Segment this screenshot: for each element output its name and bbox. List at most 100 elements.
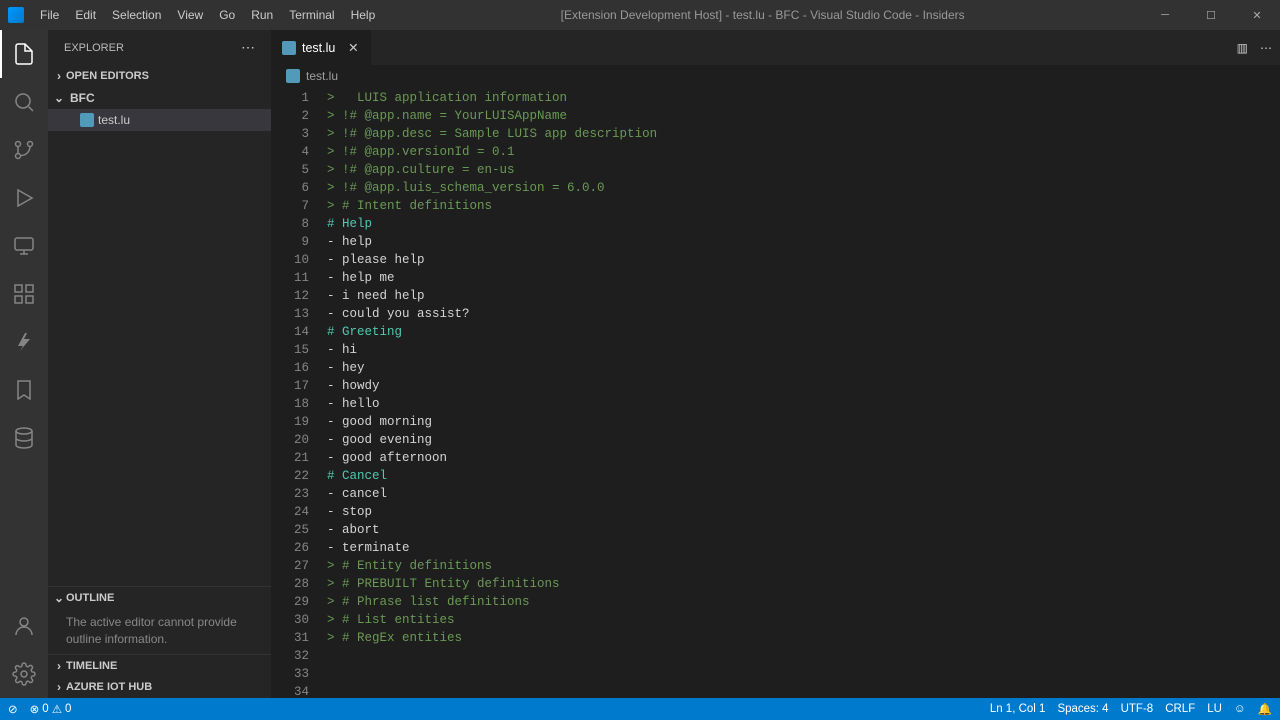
split-editor-icon[interactable]: ▥ bbox=[1237, 41, 1248, 55]
accounts-activity[interactable] bbox=[0, 602, 48, 650]
sidebar-title-text: EXPLORER bbox=[64, 42, 124, 54]
files-icon bbox=[12, 42, 36, 66]
database-icon bbox=[12, 426, 36, 450]
code-content[interactable]: > LUIS application information> !# @app.… bbox=[327, 89, 1280, 698]
bookmark-icon bbox=[12, 378, 36, 402]
window-title: [Extension Development Host] - test.lu -… bbox=[383, 8, 1142, 22]
code-line[interactable]: # Help bbox=[327, 215, 1280, 233]
line-number: 22 bbox=[272, 467, 309, 485]
line-number: 9 bbox=[272, 233, 309, 251]
feedback-icon[interactable]: ☺ bbox=[1234, 703, 1246, 715]
code-line[interactable]: > # PREBUILT Entity definitions bbox=[327, 575, 1280, 593]
timeline-header[interactable]: › TIMELINE bbox=[48, 654, 271, 676]
chevron-right-icon: › bbox=[52, 680, 66, 694]
code-editor[interactable]: 1234567891011121314151617181920212223242… bbox=[272, 87, 1280, 698]
azure-header[interactable]: › AZURE IOT HUB bbox=[48, 676, 271, 698]
notifications-icon[interactable]: 🔔 bbox=[1258, 702, 1272, 716]
menu-run[interactable]: Run bbox=[243, 2, 281, 28]
remote-status[interactable]: ⊘ bbox=[8, 702, 18, 716]
branch-icon bbox=[12, 138, 36, 162]
open-editors-label: OPEN EDITORS bbox=[66, 70, 149, 82]
encoding-status[interactable]: UTF-8 bbox=[1121, 703, 1154, 715]
code-line[interactable]: > LUIS application information bbox=[327, 89, 1280, 107]
explorer-activity[interactable] bbox=[0, 30, 48, 78]
outline-message: The active editor cannot provide outline… bbox=[48, 608, 271, 654]
code-line[interactable]: > !# @app.desc = Sample LUIS app descrip… bbox=[327, 125, 1280, 143]
code-line[interactable]: > # List entities bbox=[327, 611, 1280, 629]
line-number: 2 bbox=[272, 107, 309, 125]
code-line[interactable]: > # Phrase list definitions bbox=[327, 593, 1280, 611]
code-line[interactable]: - hi bbox=[327, 341, 1280, 359]
close-window-button[interactable]: ✕ bbox=[1234, 0, 1280, 30]
code-line[interactable]: > # RegEx entities bbox=[327, 629, 1280, 647]
minimize-button[interactable]: ─ bbox=[1142, 0, 1188, 30]
code-line[interactable]: - terminate bbox=[327, 539, 1280, 557]
search-activity[interactable] bbox=[0, 78, 48, 126]
remote-activity[interactable] bbox=[0, 222, 48, 270]
database-activity[interactable] bbox=[0, 414, 48, 462]
azure-activity[interactable] bbox=[0, 318, 48, 366]
extensions-activity[interactable] bbox=[0, 270, 48, 318]
code-line[interactable]: > !# @app.name = YourLUISAppName bbox=[327, 107, 1280, 125]
bookmark-activity[interactable] bbox=[0, 366, 48, 414]
code-line[interactable]: # Cancel bbox=[327, 467, 1280, 485]
code-line[interactable]: > !# @app.culture = en-us bbox=[327, 161, 1280, 179]
line-number: 16 bbox=[272, 359, 309, 377]
code-line[interactable]: - stop bbox=[327, 503, 1280, 521]
sidebar-more-icon[interactable]: ⋯ bbox=[241, 39, 255, 56]
language-mode[interactable]: LU bbox=[1207, 703, 1222, 715]
menu-help[interactable]: Help bbox=[343, 2, 384, 28]
editor-area: test.lu ✕ ▥ ⋯ test.lu 123456789101112131… bbox=[272, 30, 1280, 698]
code-line[interactable]: - please help bbox=[327, 251, 1280, 269]
code-line[interactable]: - good afternoon bbox=[327, 449, 1280, 467]
code-line[interactable]: - help me bbox=[327, 269, 1280, 287]
breadcrumb[interactable]: test.lu bbox=[272, 65, 1280, 87]
chevron-right-icon: › bbox=[52, 69, 66, 83]
tab-label: test.lu bbox=[302, 41, 335, 55]
code-line[interactable]: - hey bbox=[327, 359, 1280, 377]
menu-go[interactable]: Go bbox=[211, 2, 243, 28]
line-number: 25 bbox=[272, 521, 309, 539]
indentation-status[interactable]: Spaces: 4 bbox=[1057, 703, 1108, 715]
lu-file-icon bbox=[282, 41, 296, 55]
sidebar-file-testlu[interactable]: test.lu bbox=[48, 109, 271, 131]
more-actions-icon[interactable]: ⋯ bbox=[1260, 41, 1272, 55]
code-line[interactable]: - hello bbox=[327, 395, 1280, 413]
menu-edit[interactable]: Edit bbox=[67, 2, 104, 28]
search-icon bbox=[12, 90, 36, 114]
code-line[interactable]: - howdy bbox=[327, 377, 1280, 395]
code-line[interactable]: - i need help bbox=[327, 287, 1280, 305]
outline-header[interactable]: ⌄ OUTLINE bbox=[48, 586, 271, 608]
code-line[interactable]: > # Intent definitions bbox=[327, 197, 1280, 215]
code-line[interactable]: - help bbox=[327, 233, 1280, 251]
tab-testlu[interactable]: test.lu ✕ bbox=[272, 30, 372, 65]
person-icon bbox=[12, 614, 36, 638]
code-line[interactable]: # Greeting bbox=[327, 323, 1280, 341]
warning-count: 0 bbox=[65, 703, 71, 715]
line-number: 17 bbox=[272, 377, 309, 395]
problems-status[interactable]: ⊗0 ⚠0 bbox=[30, 702, 72, 716]
code-line[interactable]: > # Entity definitions bbox=[327, 557, 1280, 575]
code-line[interactable]: - abort bbox=[327, 521, 1280, 539]
menu-selection[interactable]: Selection bbox=[104, 2, 169, 28]
code-line[interactable]: > !# @app.luis_schema_version = 6.0.0 bbox=[327, 179, 1280, 197]
source-control-activity[interactable] bbox=[0, 126, 48, 174]
menu-terminal[interactable]: Terminal bbox=[281, 2, 342, 28]
menu-view[interactable]: View bbox=[169, 2, 211, 28]
open-editors-header[interactable]: › OPEN EDITORS bbox=[48, 65, 271, 87]
code-line[interactable]: - good evening bbox=[327, 431, 1280, 449]
code-line[interactable]: - good morning bbox=[327, 413, 1280, 431]
maximize-button[interactable]: ☐ bbox=[1188, 0, 1234, 30]
code-line[interactable]: > !# @app.versionId = 0.1 bbox=[327, 143, 1280, 161]
file-label: test.lu bbox=[98, 113, 130, 127]
cursor-position[interactable]: Ln 1, Col 1 bbox=[990, 703, 1046, 715]
breadcrumb-file: test.lu bbox=[306, 69, 338, 83]
menu-file[interactable]: File bbox=[32, 2, 67, 28]
code-line[interactable]: - could you assist? bbox=[327, 305, 1280, 323]
code-line[interactable]: - cancel bbox=[327, 485, 1280, 503]
sidebar-folder[interactable]: ⌄ BFC bbox=[48, 87, 271, 109]
tab-close-button[interactable]: ✕ bbox=[345, 40, 361, 56]
run-activity[interactable] bbox=[0, 174, 48, 222]
settings-activity[interactable] bbox=[0, 650, 48, 698]
eol-status[interactable]: CRLF bbox=[1165, 703, 1195, 715]
